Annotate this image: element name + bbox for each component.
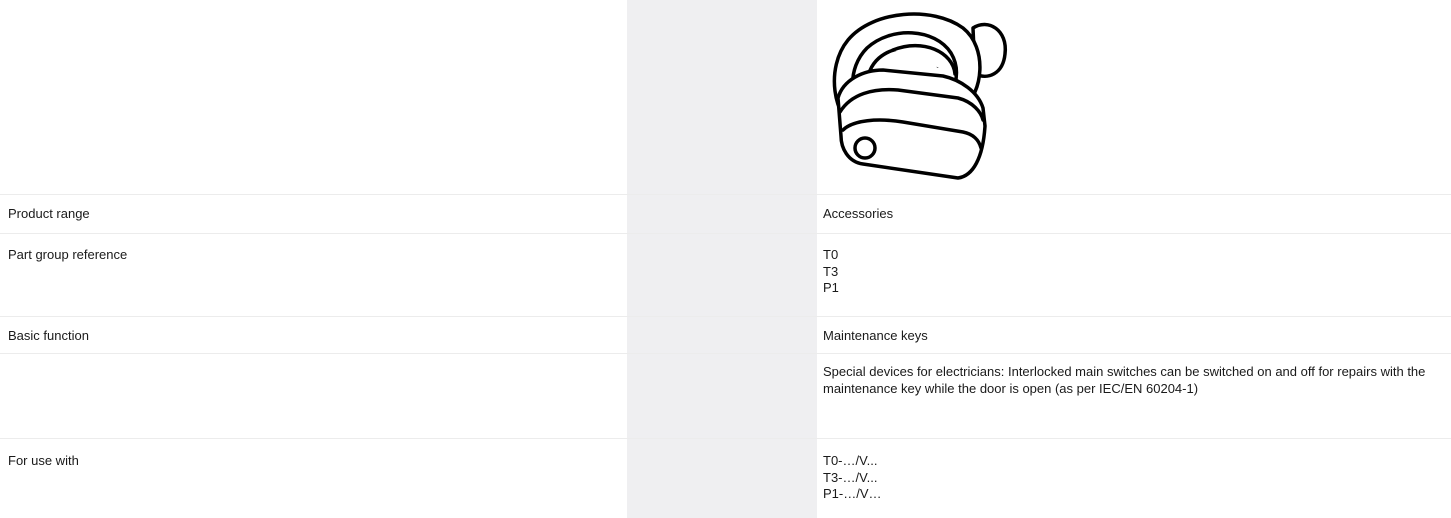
spec-value-line: P1 [823,280,839,295]
spec-value-line: Maintenance keys [823,328,928,343]
spec-value-line: P1-…/V… [823,486,882,501]
spacer-column [741,234,817,316]
spec-row: Special devices for electricians: Interl… [0,354,1451,439]
spec-value: Maintenance keys [817,317,1451,353]
spacer-column [741,195,817,233]
maintenance-key-icon [832,12,1007,180]
spacer-column [627,195,741,233]
spacer-column [627,317,741,353]
spacer-column [741,439,817,518]
spacer-column [627,354,741,438]
spec-value-line: T0-…/V... [823,453,878,468]
spacer-column [627,0,741,194]
spec-value: T0-…/V... T3-…/V... P1-…/V… [817,439,1451,518]
spec-label: Part group reference [8,247,128,262]
spec-row: Part group reference T0 T3 P1 [0,234,1451,317]
spacer-column [741,354,817,438]
image-row-label-cell [0,0,627,194]
spacer-column [741,0,817,194]
spec-value-line: T0 [823,247,839,262]
spec-value-line: Accessories [823,206,894,221]
spec-value-line: T3-…/V... [823,469,878,485]
spacer-column [741,317,817,353]
spacer-column [627,234,741,316]
image-row [0,0,1451,195]
spacer-column [627,439,741,518]
spec-label: Basic function [8,328,89,343]
spec-value: Special devices for electricians: Interl… [817,354,1451,438]
spec-value: T0 T3 P1 [817,234,1451,316]
spec-table: Product range Accessories Part group ref… [0,0,1451,518]
product-image-cell [817,0,1451,194]
spec-value-description: Special devices for electricians: Interl… [823,364,1426,396]
spec-label [0,354,627,438]
spec-row: Product range Accessories [0,195,1451,234]
spec-row: Basic function Maintenance keys [0,317,1451,354]
spec-label: Product range [8,206,90,221]
spec-row: For use with T0-…/V... T3-…/V... P1-…/V… [0,439,1451,518]
spec-value-line: T3 [823,263,839,279]
spec-value: Accessories [817,195,1451,233]
spec-label: For use with [8,453,79,468]
